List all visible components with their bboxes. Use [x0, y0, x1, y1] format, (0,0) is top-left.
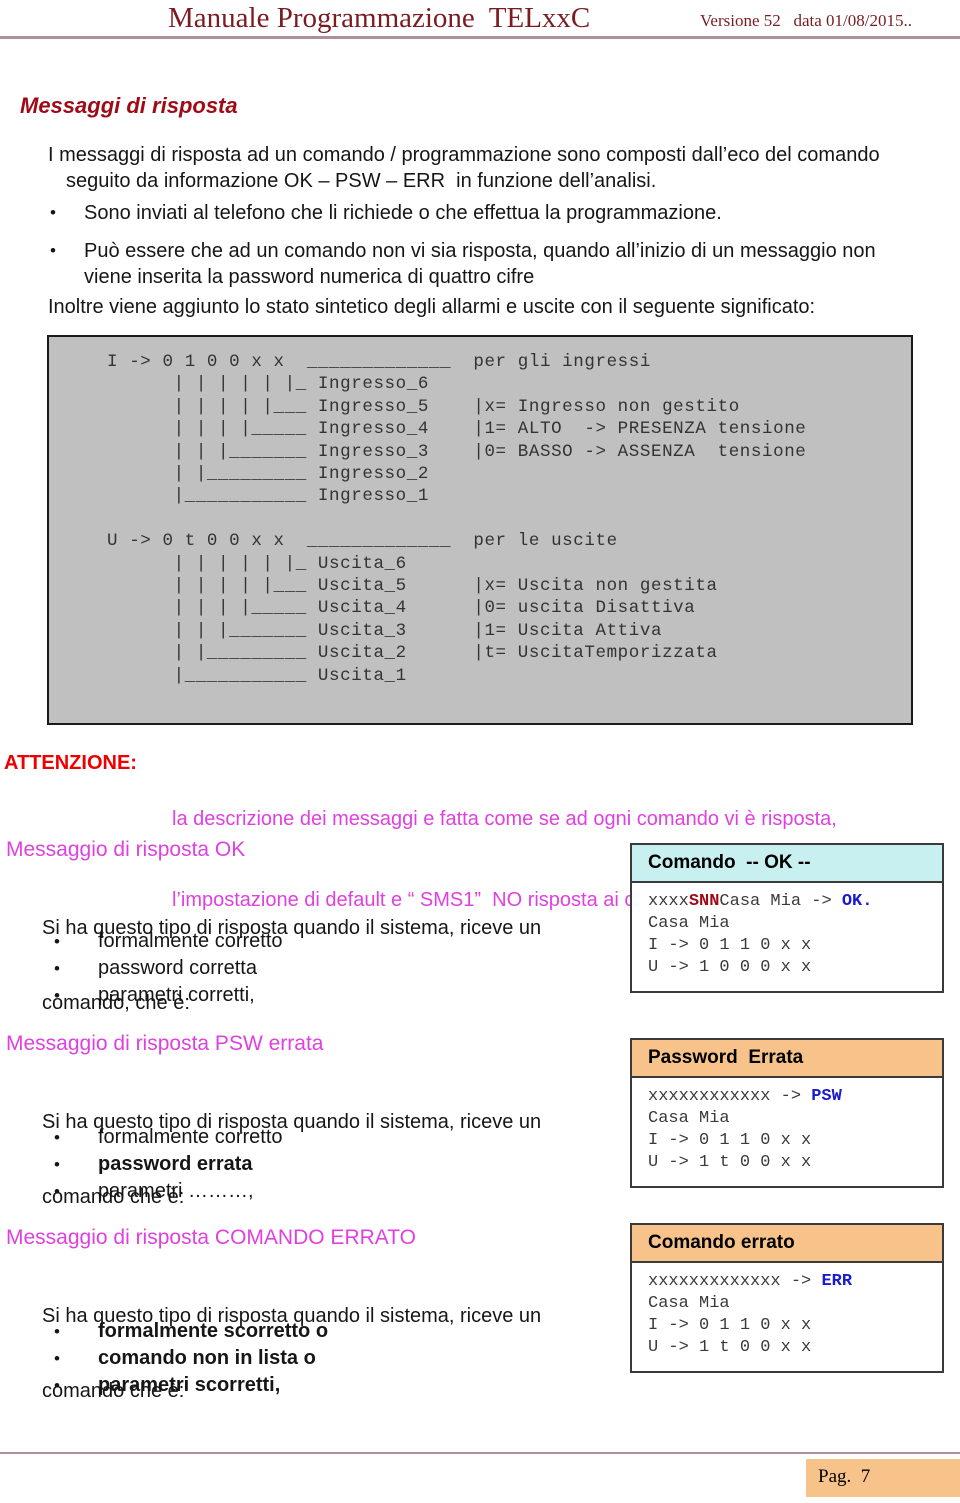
list-item: • parametri ………, — [46, 1178, 283, 1205]
list-item: • comando non in lista o — [46, 1345, 328, 1372]
response-heading-ok: Messaggio di risposta OK — [6, 838, 246, 861]
bullet-icon: • — [54, 1155, 60, 1174]
example-box-err-code: xxxxxxxxxxxxx -> ERR Casa Mia I -> 0 1 1… — [632, 1263, 942, 1371]
response-bullets-ok: • formalmente corretto • password corret… — [46, 928, 283, 1009]
inoltre-line: Inoltre viene aggiunto lo stato sintetic… — [48, 296, 816, 318]
example-box-err-title: Comando errato — [632, 1225, 942, 1263]
bullet-2-line-1: Può essere che ad un comando non vi sia … — [84, 240, 876, 262]
bullet-icon: • — [50, 241, 56, 260]
bullet-icon: • — [54, 959, 60, 978]
response-heading-err: Messaggio di risposta COMANDO ERRATO — [6, 1226, 417, 1249]
status-diagram-text: I -> 0 1 0 0 x x _____________ per gli i… — [107, 352, 807, 686]
code-mid: -> — [770, 1087, 812, 1106]
bullet-icon: • — [54, 1182, 60, 1201]
response-heading-psw: Messaggio di risposta PSW errata — [6, 1032, 324, 1055]
bullet-label: parametri corretti, — [98, 984, 255, 1006]
code-status: PSW — [811, 1087, 842, 1106]
response-bullets-err: • formalmente scorretto o • comando non … — [46, 1318, 328, 1399]
example-box-ok: Comando -- OK -- xxxxSNNCasa Mia -> OK. … — [630, 843, 944, 993]
list-item: • password corretta — [46, 955, 283, 982]
page-number: Pag. 7 — [806, 1459, 960, 1497]
code-prefix: xxxx — [648, 892, 689, 911]
code-line-3: I -> 0 1 1 0 x x — [648, 936, 812, 955]
bullet-label: parametri ………, — [98, 1180, 254, 1202]
bullet-label: comando non in lista o — [98, 1347, 316, 1369]
intro-paragraph: I messaggi di risposta ad un comando / p… — [48, 142, 948, 194]
bullet-icon: • — [54, 1376, 60, 1395]
bullet-1-text: Sono inviati al telefono che li richiede… — [84, 202, 722, 224]
bullet-2-line-2: viene inserita la password numerica di q… — [84, 266, 535, 288]
header-divider — [0, 36, 960, 39]
list-item: • Può essere che ad un comando non vi si… — [44, 238, 954, 290]
code-line-3: I -> 0 1 1 0 x x — [648, 1316, 812, 1335]
bullet-label: formalmente corretto — [98, 1126, 283, 1148]
version-info: Versione 52 data 01/08/2015.. — [700, 11, 912, 30]
page-title: Messaggi di risposta — [20, 93, 238, 118]
code-mid: -> — [780, 1272, 822, 1291]
intro-line-1: I messaggi di risposta ad un comando / p… — [48, 144, 880, 166]
code-line-4: U -> 1 t 0 0 x x — [648, 1338, 812, 1357]
bullet-label: password corretta — [98, 957, 257, 979]
example-box-err: Comando errato xxxxxxxxxxxxx -> ERR Casa… — [630, 1223, 944, 1373]
bullet-icon: • — [54, 1349, 60, 1368]
manual-title: Manuale Programmazione TELxxC — [168, 2, 591, 34]
bullet-label: formalmente scorretto o — [98, 1320, 329, 1342]
list-item: • parametri scorretti, — [46, 1372, 328, 1399]
bullet-label: parametri scorretti, — [98, 1374, 281, 1396]
example-box-psw-code: xxxxxxxxxxxx -> PSW Casa Mia I -> 0 1 1 … — [632, 1078, 942, 1186]
intro-line-2: seguito da informazione OK – PSW – ERR i… — [66, 170, 657, 192]
example-box-psw-title: Password Errata — [632, 1040, 942, 1078]
example-box-ok-code: xxxxSNNCasa Mia -> OK. Casa Mia I -> 0 1… — [632, 883, 942, 991]
code-line-2: Casa Mia — [648, 1109, 730, 1128]
list-item: • formalmente corretto — [46, 928, 283, 955]
attention-label: ATTENZIONE: — [4, 752, 137, 774]
code-status: ERR — [821, 1272, 853, 1291]
code-line-4: U -> 1 0 0 0 x x — [648, 958, 812, 977]
page-header: Manuale Programmazione TELxxC Versione 5… — [0, 0, 960, 40]
list-item: • parametri corretti, — [46, 982, 283, 1009]
bullet-icon: • — [54, 1322, 60, 1341]
code-line-3: I -> 0 1 1 0 x x — [648, 1131, 812, 1150]
code-prefix: xxxxxxxxxxxx — [648, 1087, 771, 1106]
attention-line-1: la descrizione dei messaggi e fatta come… — [172, 808, 837, 830]
code-status: OK. — [841, 892, 873, 911]
bullet-icon: • — [54, 986, 60, 1005]
code-line-2: Casa Mia — [648, 1294, 730, 1313]
list-item: • password errata — [46, 1151, 283, 1178]
code-line-4: U -> 1 t 0 0 x x — [648, 1153, 812, 1172]
footer-divider — [0, 1452, 960, 1454]
code-highlight: SNN — [688, 892, 720, 911]
example-box-psw: Password Errata xxxxxxxxxxxx -> PSW Casa… — [630, 1038, 944, 1188]
bullet-icon: • — [50, 203, 56, 222]
list-item: • Sono inviati al telefono che li richie… — [44, 200, 944, 226]
bullet-icon: • — [54, 932, 60, 951]
bullet-label: formalmente corretto — [98, 930, 283, 952]
list-item: • formalmente scorretto o — [46, 1318, 328, 1345]
list-item: • formalmente corretto — [46, 1124, 283, 1151]
code-mid: Casa Mia -> — [719, 892, 842, 911]
response-bullets-psw: • formalmente corretto • password errata… — [46, 1124, 283, 1205]
status-diagram-box: I -> 0 1 0 0 x x _____________ per gli i… — [47, 335, 913, 725]
bullet-label: password errata — [98, 1153, 253, 1175]
code-line-2: Casa Mia — [648, 914, 730, 933]
bullet-icon: • — [54, 1128, 60, 1147]
code-prefix: xxxxxxxxxxxxx — [648, 1272, 781, 1291]
example-box-ok-title: Comando -- OK -- — [632, 845, 942, 883]
